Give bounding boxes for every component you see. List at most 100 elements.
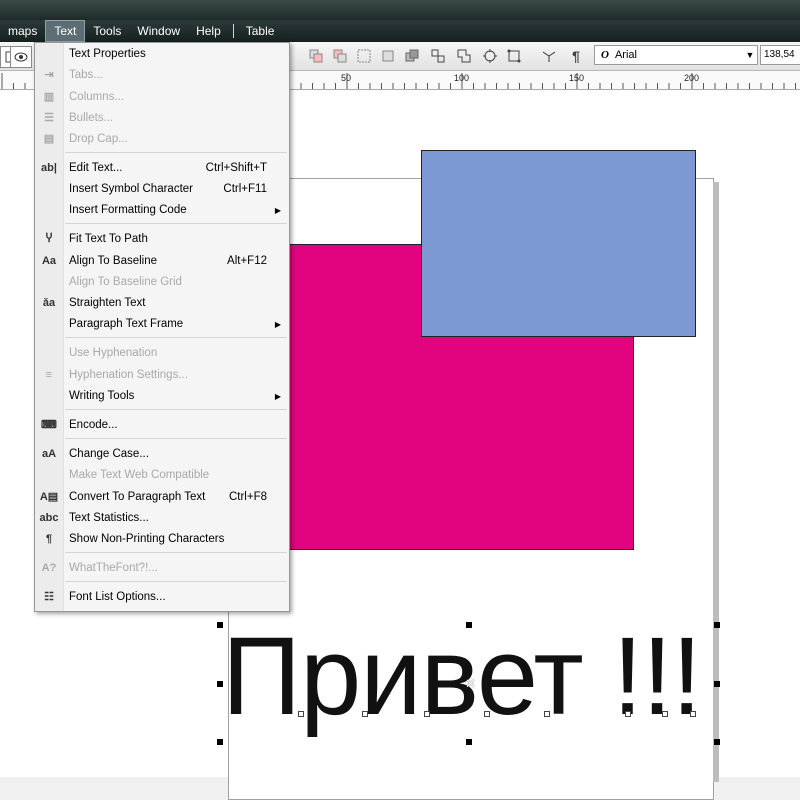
selection-handle-bl[interactable] (217, 739, 223, 745)
menu-item-convert-to-paragraph-text[interactable]: A▤ Convert To Paragraph Text Ctrl+F8 (35, 487, 289, 508)
menu-item-show-non-printing-characters[interactable]: ¶ Show Non-Printing Characters (35, 529, 289, 550)
break-apart-button[interactable] (428, 46, 448, 66)
menu-item-columns: ▥ Columns... (35, 87, 289, 108)
text-node[interactable] (424, 711, 430, 717)
text-node[interactable] (298, 711, 304, 717)
text-node[interactable] (690, 711, 696, 717)
weld-icon (457, 49, 471, 63)
bullets-icon: ☰ (44, 112, 54, 124)
menu-separator (65, 409, 287, 410)
boundary-icon (507, 49, 521, 63)
menu-item-edit-text[interactable]: ab| Edit Text... Ctrl+Shift+T (35, 158, 289, 179)
menu-item-label: Writing Tools (69, 390, 135, 402)
font-select[interactable]: O Arial ▼ (594, 45, 758, 65)
submenu-arrow-icon: ▶ (274, 392, 281, 401)
menu-text[interactable]: Text (45, 20, 86, 42)
menu-item-align-to-baseline-grid: Align To Baseline Grid (35, 272, 289, 293)
menu-tools[interactable]: Tools (85, 20, 129, 42)
menu-item-label: Tabs... (69, 69, 103, 81)
menu-table[interactable]: Table (238, 20, 283, 42)
forward-one-button[interactable] (330, 46, 350, 66)
menu-item-change-case[interactable]: aA Change Case... (35, 444, 289, 465)
menu-item-label: Encode... (69, 419, 118, 431)
selection-handle-mr[interactable] (714, 681, 720, 687)
menu-item-label: Insert Symbol Character (69, 183, 193, 195)
trim-button[interactable] (480, 46, 500, 66)
ruler-label-200: 200 (684, 73, 700, 83)
menu-item-label: Insert Formatting Code (69, 204, 187, 216)
eye-icon (14, 52, 28, 62)
submenu-arrow-icon: ▶ (274, 206, 281, 215)
menu-item-insert-formatting-code[interactable]: Insert Formatting Code ▶ (35, 200, 289, 221)
selection-handle-tl[interactable] (217, 622, 223, 628)
weld-button[interactable] (454, 46, 474, 66)
menu-item-shortcut: Ctrl+F8 (228, 491, 267, 503)
encode-icon: ⌨ (41, 419, 57, 431)
menu-item-fit-text-to-path[interactable]: Ⴤ Fit Text To Path (35, 229, 289, 250)
change-case-icon: aA (41, 448, 57, 460)
pilcrow-icon: ¶ (45, 533, 53, 545)
menu-help[interactable]: Help (188, 20, 229, 42)
title-bar (0, 0, 800, 20)
menu-item-text-properties[interactable]: Text Properties (35, 44, 289, 65)
blue-rectangle[interactable] (421, 150, 696, 337)
menu-separator (232, 24, 234, 38)
menu-item-make-text-web-compatible: Make Text Web Compatible (35, 465, 289, 486)
arrange-forward-icon (333, 49, 347, 63)
menu-item-insert-symbol-character[interactable]: Insert Symbol Character Ctrl+F11 (35, 179, 289, 200)
menu-item-align-to-baseline[interactable]: Aa Align To Baseline Alt+F12 (35, 251, 289, 272)
text-node[interactable] (484, 711, 490, 717)
combine-button[interactable] (402, 46, 422, 66)
menu-item-label: Align To Baseline Grid (69, 276, 182, 288)
boundary-button[interactable] (504, 46, 524, 66)
menu-item-label: Text Properties (69, 48, 146, 60)
submenu-arrow-icon: ▶ (274, 320, 281, 329)
menu-item-encode[interactable]: ⌨ Encode... (35, 415, 289, 436)
back-one-button[interactable] (306, 46, 326, 66)
text-node[interactable] (625, 711, 631, 717)
menu-item-font-list-options[interactable]: ☷ Font List Options... (35, 587, 289, 608)
text-node[interactable] (362, 711, 368, 717)
selection-handle-br[interactable] (714, 739, 720, 745)
menu-item-shortcut: Ctrl+Shift+T (205, 162, 267, 174)
menu-item-label: Change Case... (69, 448, 149, 460)
font-list-icon: ☷ (44, 591, 54, 603)
page-shadow (713, 182, 719, 782)
menu-item-hyphenation-settings: ≡ Hyphenation Settings... (35, 365, 289, 386)
menu-item-straighten-text[interactable]: ǎa Straighten Text (35, 293, 289, 314)
menu-item-label: Text Statistics... (69, 512, 149, 524)
menu-item-drop-cap: ▤ Drop Cap... (35, 129, 289, 150)
menu-window[interactable]: Window (129, 20, 188, 42)
menu-item-paragraph-text-frame[interactable]: Paragraph Text Frame ▶ (35, 314, 289, 335)
menu-item-whatthefont: A? WhatTheFont?!... (35, 558, 289, 579)
menu-item-label: Convert To Paragraph Text (69, 491, 206, 503)
group-icon (357, 49, 371, 63)
whatthefont-icon: A? (41, 562, 57, 574)
selection-handle-bc[interactable] (466, 739, 472, 745)
columns-icon: ▥ (43, 91, 55, 103)
hyphenation-icon: ≡ (45, 369, 53, 381)
arrange-back-icon (309, 49, 323, 63)
text-node[interactable] (544, 711, 550, 717)
menu-item-label: Hyphenation Settings... (69, 369, 188, 381)
pilcrow-button[interactable]: ¶ (566, 46, 586, 66)
text-node[interactable] (662, 711, 668, 717)
selection-handle-tc[interactable] (466, 622, 472, 628)
font-size-field[interactable]: 138,54 (760, 45, 800, 65)
menu-item-text-statistics[interactable]: abc Text Statistics... (35, 508, 289, 529)
selection-handle-ml[interactable] (217, 681, 223, 687)
view-button[interactable] (10, 46, 32, 68)
combine-icon (405, 49, 419, 62)
fit-text-path-button[interactable] (540, 46, 560, 66)
fit-text-path-icon: Ⴤ (45, 233, 53, 245)
menu-bitmaps[interactable]: maps (0, 20, 45, 42)
menu-item-writing-tools[interactable]: Writing Tools ▶ (35, 386, 289, 407)
group-button[interactable] (354, 46, 374, 66)
selection-handle-tr[interactable] (714, 622, 720, 628)
artistic-text[interactable]: Привет !!! (222, 612, 702, 742)
menu-item-label: Straighten Text (69, 297, 146, 309)
text-menu-dropdown: Text Properties ⇥ Tabs... ▥ Columns... ☰ Bulle… (34, 42, 290, 612)
ungroup-button[interactable] (378, 46, 398, 66)
menu-item-label: Drop Cap... (69, 133, 128, 145)
menu-item-label: Columns... (69, 91, 124, 103)
